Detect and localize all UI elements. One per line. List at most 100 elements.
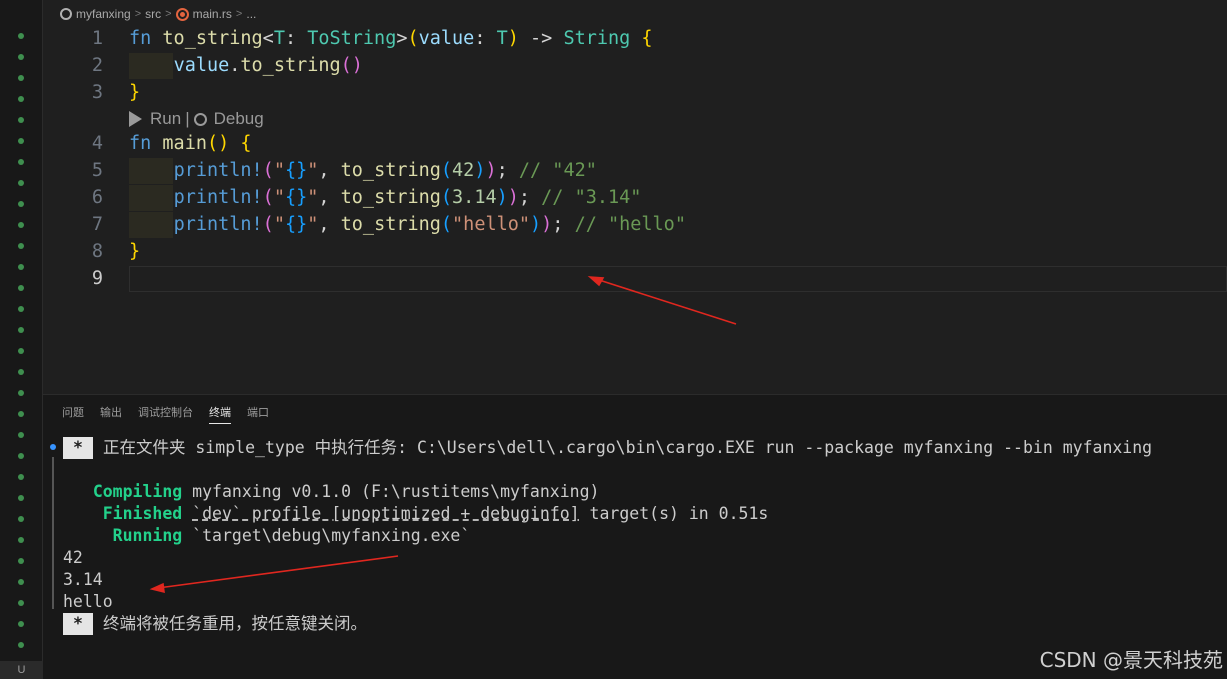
code-text: println!("{}", to_string(3.14)); // "3.1… — [173, 187, 642, 208]
command-decoration — [52, 457, 54, 609]
chevron-right-icon: > — [235, 8, 243, 20]
finished-label: Finished — [102, 504, 183, 523]
gutter-dot — [18, 264, 24, 270]
gutter-dot — [18, 369, 24, 375]
terminal-line: Compiling myfanxing v0.1.0 (F:\rustitems… — [63, 481, 600, 503]
output-line: 3.14 — [63, 570, 103, 589]
breadcrumb-folder[interactable]: src — [145, 7, 161, 21]
breadcrumb-more[interactable]: ... — [246, 7, 256, 21]
terminal-line: Finished `dev` profile [unoptimized + de… — [63, 503, 769, 525]
code-line: 6 println!("{}", to_string(3.14)); // "3… — [43, 185, 1227, 211]
code-text: value.to_string() — [173, 55, 363, 76]
gutter-dot — [18, 579, 24, 585]
compiling-text: myfanxing v0.1.0 (F:\rustitems\myfanxing… — [192, 482, 600, 501]
code-line: 1 fn to_string<T: ToString>(value: T) ->… — [43, 26, 1227, 52]
chevron-right-icon: > — [165, 8, 172, 20]
gutter-dot — [18, 348, 24, 354]
rust-file-icon — [175, 7, 189, 21]
line-number: 7 — [91, 214, 103, 235]
tab-problems[interactable]: 问题 — [62, 404, 84, 424]
gutter-dot — [18, 621, 24, 627]
terminal-star-badge: * — [63, 437, 93, 459]
run-link[interactable]: Run — [150, 106, 181, 132]
gutter-dot — [18, 54, 24, 60]
gutter-dot — [18, 390, 24, 396]
gutter-dot — [18, 75, 24, 81]
gutter-dot — [18, 243, 24, 249]
breadcrumb: myfanxing > src > main.rs > ... — [60, 4, 256, 24]
gutter-dot — [18, 180, 24, 186]
compiling-label: Compiling — [92, 482, 183, 501]
gutter-dot — [18, 306, 24, 312]
code-line-current: 9 — [43, 266, 1227, 292]
finished-profile: `dev` profile [unoptimized + debuginfo] — [192, 504, 580, 523]
gutter-dot — [18, 285, 24, 291]
line-number: 9 — [91, 268, 103, 289]
codelens-separator: | — [185, 109, 190, 128]
line-number: 3 — [91, 82, 103, 103]
running-label: Running — [112, 526, 183, 545]
gutter-dot — [18, 432, 24, 438]
terminal-task-line: * 正在文件夹 simple_type 中执行任务: C:\Users\dell\… — [63, 437, 1152, 459]
gutter-dot — [18, 159, 24, 165]
gutter-dot — [18, 537, 24, 543]
gutter-dot — [18, 96, 24, 102]
activity-gutter: U — [0, 0, 43, 679]
breadcrumb-file[interactable]: main.rs — [193, 7, 232, 21]
code-line: 2 value.to_string() — [43, 53, 1227, 79]
line-number: 2 — [91, 55, 103, 76]
code-text: } — [129, 241, 141, 262]
gutter-dot — [18, 201, 24, 207]
gutter-dot — [18, 327, 24, 333]
gutter-dot — [18, 33, 24, 39]
line-number: 4 — [91, 133, 103, 154]
code-text: fn to_string<T: ToString>(value: T) -> S… — [129, 28, 653, 49]
gutter-dot — [18, 516, 24, 522]
tab-output[interactable]: 输出 — [100, 404, 122, 424]
code-text: } — [129, 82, 141, 103]
code-editor[interactable]: 1 fn to_string<T: ToString>(value: T) ->… — [43, 26, 1227, 394]
gutter-dot — [18, 117, 24, 123]
code-line: 4 fn main() { — [43, 131, 1227, 157]
gutter-dot — [18, 138, 24, 144]
bottom-panel: 问题 输出 调试控制台 终端 端口 * 正在文件夹 simple_type 中执行… — [43, 394, 1227, 679]
terminal-reuse-line: * 终端将被任务重用，按任意键关闭。 — [63, 613, 367, 635]
line-number: 1 — [91, 28, 103, 49]
codelens: Run | Debug — [129, 106, 264, 132]
task-text: 正在文件夹 simple_type 中执行任务: C:\Users\dell\.… — [103, 438, 1153, 457]
debug-link[interactable]: Debug — [214, 106, 264, 132]
output-line: 42 — [63, 548, 83, 567]
breadcrumb-project[interactable]: myfanxing — [76, 7, 131, 21]
tab-terminal[interactable]: 终端 — [209, 404, 231, 424]
command-marker-icon — [50, 444, 56, 450]
code-text: fn main() { — [129, 133, 252, 154]
play-icon — [129, 111, 142, 127]
gutter-dot — [18, 558, 24, 564]
gutter-dot — [18, 495, 24, 501]
codelens-row: Run | Debug — [43, 106, 1227, 132]
gutter-dot — [18, 642, 24, 648]
code-line: 5 println!("{}", to_string(42)); // "42" — [43, 158, 1227, 184]
line-number: 8 — [91, 241, 103, 262]
output-line: hello — [63, 592, 113, 611]
terminal-star-badge: * — [63, 613, 93, 635]
gutter-dot — [18, 222, 24, 228]
gutter-dot — [18, 411, 24, 417]
terminal-line: Running `target\debug\myfanxing.exe` — [63, 525, 471, 547]
settings-icon — [60, 8, 72, 20]
tab-debug-console[interactable]: 调试控制台 — [138, 404, 193, 424]
code-line: 3 } — [43, 80, 1227, 106]
watermark: CSDN @景天科技苑 — [1039, 648, 1223, 672]
code-line: 8 } — [43, 239, 1227, 265]
tab-ports[interactable]: 端口 — [247, 404, 269, 424]
gutter-dot — [18, 474, 24, 480]
chevron-right-icon: > — [134, 8, 142, 20]
code-text: println!("{}", to_string("hello")); // "… — [173, 214, 686, 235]
running-text: `target\debug\myfanxing.exe` — [192, 526, 471, 545]
code-line: 7 println!("{}", to_string("hello")); //… — [43, 212, 1227, 238]
gear-icon — [193, 112, 207, 126]
panel-tabs: 问题 输出 调试控制台 终端 端口 — [62, 404, 285, 424]
gutter-dot — [18, 600, 24, 606]
line-number: 5 — [91, 160, 103, 181]
gutter-dot — [18, 453, 24, 459]
